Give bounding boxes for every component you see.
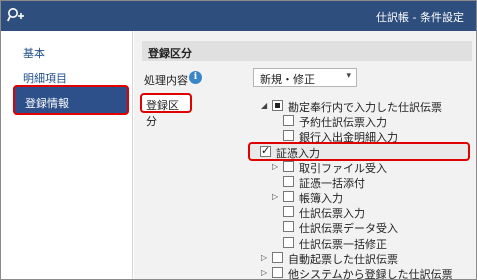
tree-node-kanjo-bugyo[interactable]: ◢ 勘定奉行内で入力した仕訳伝票 [261, 99, 473, 114]
tree-node-label: 銀行入出金明細入力 [299, 131, 398, 144]
expand-triangle-icon[interactable]: ▷ [261, 266, 270, 279]
checkbox[interactable] [283, 130, 294, 141]
tree-node-label: 取引ファイル受入 [299, 162, 387, 175]
tree-node-book-entry[interactable]: ▷ 帳簿入力 [272, 190, 462, 205]
tree-node-scheduled-entry[interactable]: 予約仕訳伝票入力 [272, 114, 462, 129]
checkbox[interactable] [283, 161, 294, 172]
tree-node-auto-generated[interactable]: ▷ 自動起票した仕訳伝票 [261, 251, 473, 266]
tree-node-bulk-attach[interactable]: 証憑一括添付 [272, 175, 462, 190]
checked-checkbox[interactable] [260, 144, 271, 157]
tree-node-journal-entry[interactable]: 仕訳伝票入力 [272, 205, 462, 220]
conditions-window: 仕訳帳 - 条件設定 基本 明細項目 登録情報 登録区分 処理内容 i 新規・修… [0, 0, 477, 280]
tree-node-other-system[interactable]: ▷ 他システムから登録した仕訳伝票 [261, 266, 473, 280]
sidebar-item-registration-info[interactable]: 登録情報 [13, 85, 129, 115]
expand-triangle-icon[interactable]: ▷ [272, 190, 281, 204]
tree-node-journal-import[interactable]: 仕訳伝票データ受入 [272, 220, 462, 235]
sidebar-item-basic[interactable]: 基本 [15, 43, 127, 61]
tree-node-label: 証憑入力 [276, 147, 320, 160]
checkbox[interactable] [283, 237, 294, 248]
checkbox[interactable] [283, 206, 294, 217]
tree-node-label: 勘定奉行内で入力した仕訳伝票 [288, 101, 442, 114]
tree-node-label: 仕訳伝票データ受入 [299, 222, 398, 235]
tree-node-label: 帳簿入力 [299, 192, 343, 205]
tree-node-label: 自動起票した仕訳伝票 [288, 253, 398, 266]
expand-triangle-icon[interactable]: ▷ [272, 160, 281, 174]
tree-node-label: 証憑一括添付 [299, 177, 365, 190]
tree-node-label: 仕訳伝票入力 [299, 207, 365, 220]
checkbox[interactable] [283, 191, 294, 202]
tree-node-transaction-file[interactable]: ▷ 取引ファイル受入 [272, 160, 462, 175]
tree-node-label: 予約仕訳伝票入力 [299, 116, 387, 129]
tree-node-bank-entry[interactable]: 銀行入出金明細入力 [272, 129, 462, 144]
checkbox[interactable] [283, 115, 294, 126]
partial-checkbox[interactable] [272, 100, 283, 111]
sidebar-item-detail-items[interactable]: 明細項目 [15, 68, 127, 86]
tree-node-label: 他システムから登録した仕訳伝票 [288, 268, 453, 280]
tree-node-journal-bulk-edit[interactable]: 仕訳伝票一括修正 [272, 236, 462, 251]
registration-tree: ◢ 勘定奉行内で入力した仕訳伝票 予約仕訳伝票入力 銀行入出金明細入力 証憑入力… [134, 31, 476, 280]
search-settings-icon[interactable] [6, 7, 27, 25]
expand-triangle-icon[interactable]: ▷ [261, 251, 270, 265]
main-panel: 登録区分 処理内容 i 新規・修正 ▾ 登録区分 ◢ 勘定奉行内で入力した仕訳伝… [134, 31, 476, 280]
tree-node-voucher-input[interactable]: 証憑入力 [249, 144, 459, 160]
title-bar: 仕訳帳 - 条件設定 [1, 1, 476, 31]
checkbox[interactable] [283, 176, 294, 187]
checkbox[interactable] [272, 252, 283, 263]
window-title: 仕訳帳 - 条件設定 [376, 11, 464, 24]
checkbox[interactable] [272, 267, 283, 278]
collapse-triangle-icon[interactable]: ◢ [261, 99, 270, 113]
sidebar: 基本 明細項目 登録情報 [1, 31, 133, 279]
tree-node-label: 仕訳伝票一括修正 [299, 238, 387, 251]
checkbox[interactable] [283, 221, 294, 232]
